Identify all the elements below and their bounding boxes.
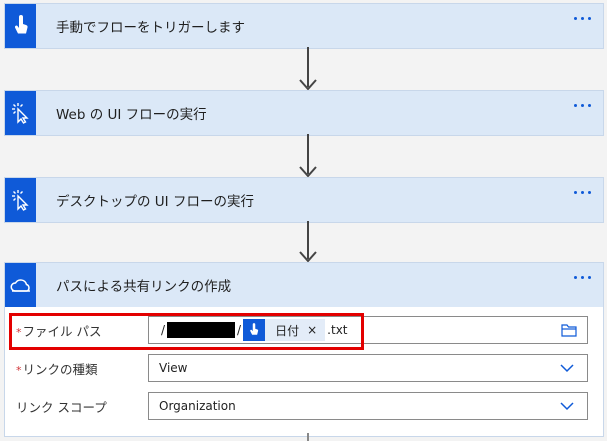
bottom-connector <box>307 433 309 441</box>
connector-arrow <box>299 221 317 263</box>
required-marker: * <box>16 363 22 377</box>
chevron-down-icon <box>560 364 574 373</box>
onedrive-cloud-icon <box>5 263 36 307</box>
link-type-select[interactable]: View <box>148 354 588 382</box>
step-title: 手動でフローをトリガーします <box>56 20 245 36</box>
link-scope-row: リンク スコープ Organization <box>16 392 588 420</box>
cursor-click-icon <box>5 91 36 135</box>
step-title: パスによる共有リンクの作成 <box>56 279 232 295</box>
step-header[interactable]: Web の UI フローの実行 <box>5 91 603 135</box>
chevron-down-icon <box>560 402 574 411</box>
touch-icon <box>5 4 36 48</box>
step-header[interactable]: 手動でフローをトリガーします <box>5 4 603 48</box>
flow-step-trigger[interactable]: 手動でフローをトリガーします <box>4 3 604 49</box>
cursor-click-icon <box>5 178 36 222</box>
link-scope-value: Organization <box>159 399 236 413</box>
more-options-icon[interactable] <box>574 276 591 279</box>
step-header[interactable]: パスによる共有リンクの作成 <box>5 263 603 307</box>
link-type-value: View <box>159 361 188 375</box>
step-header[interactable]: デスクトップの UI フローの実行 <box>5 178 603 222</box>
flow-step-web-ui[interactable]: Web の UI フローの実行 <box>4 90 604 136</box>
link-type-label: *リンクの種類 <box>16 359 142 378</box>
more-options-icon[interactable] <box>574 104 591 107</box>
more-options-icon[interactable] <box>574 17 591 20</box>
link-scope-label-text: リンク スコープ <box>16 399 107 415</box>
step-title: デスクトップの UI フローの実行 <box>56 194 254 210</box>
link-type-label-text: リンクの種類 <box>22 361 98 377</box>
more-options-icon[interactable] <box>574 191 591 194</box>
step-title: Web の UI フローの実行 <box>56 107 207 123</box>
link-scope-label: リンク スコープ <box>16 397 142 416</box>
link-type-row: *リンクの種類 View <box>16 354 588 382</box>
connector-arrow <box>299 47 317 91</box>
connector-arrow <box>299 134 317 178</box>
folder-icon[interactable] <box>561 323 577 340</box>
highlight-box <box>9 313 364 350</box>
flow-step-desktop-ui[interactable]: デスクトップの UI フローの実行 <box>4 177 604 223</box>
link-scope-select[interactable]: Organization <box>148 392 588 420</box>
